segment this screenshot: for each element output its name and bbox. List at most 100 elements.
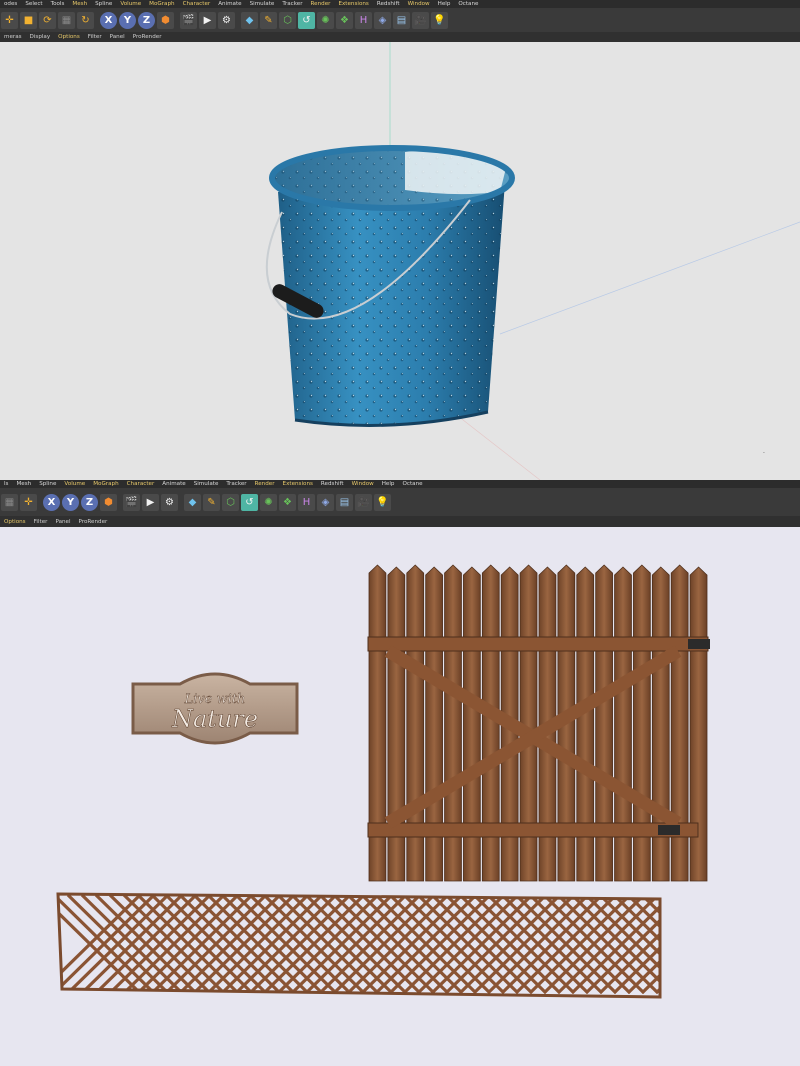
recent-tool-icon[interactable]: ↻	[77, 11, 94, 29]
menu-tracker[interactable]: Tracker	[278, 0, 306, 8]
deformer-icon-2[interactable]: ❖	[279, 493, 296, 511]
generator-icon-2[interactable]: ↺	[241, 493, 258, 511]
camera-icon[interactable]: 🎥	[412, 11, 429, 29]
viewport-menu-filter[interactable]: Filter	[84, 34, 106, 40]
menu-redshift-2[interactable]: Redshift	[317, 480, 348, 488]
tag-icon-2[interactable]: ◈	[317, 493, 334, 511]
field-icon[interactable]: H	[355, 11, 372, 29]
menu-character[interactable]: Character	[179, 0, 215, 8]
bucket-water-highlight	[405, 149, 506, 195]
viewport-menu-prorender-2[interactable]: ProRender	[75, 519, 112, 525]
move-tool-icon[interactable]: ✛	[1, 11, 18, 29]
select-tool-icon-2[interactable]: ▦	[1, 493, 18, 511]
cloner-icon-2[interactable]: ✺	[260, 493, 277, 511]
menu-window-2[interactable]: Window	[348, 480, 378, 488]
menu-select[interactable]: Select	[21, 0, 46, 8]
z-axis-toggle-2[interactable]: Z	[81, 493, 98, 511]
viewport-menu-cameras[interactable]: meras	[0, 34, 26, 40]
viewport-menu-panel[interactable]: Panel	[106, 34, 129, 40]
y-axis-toggle[interactable]: Y	[119, 11, 136, 29]
viewport-menu-prorender[interactable]: ProRender	[129, 34, 166, 40]
menu-simulate[interactable]: Simulate	[246, 0, 279, 8]
menu-volume-2[interactable]: Volume	[60, 480, 89, 488]
menu-spline-2[interactable]: Spline	[35, 480, 60, 488]
menu-animate[interactable]: Animate	[214, 0, 245, 8]
bottom-c4d-window: ls Mesh Spline Volume MoGraph Character …	[0, 480, 800, 1066]
lattice-slat	[684, 895, 784, 993]
menu-mograph[interactable]: MoGraph	[145, 0, 178, 8]
menu-simulate-2[interactable]: Simulate	[190, 480, 223, 488]
main-menu-bar: odes Select Tools Mesh Spline Volume MoG…	[0, 0, 800, 8]
render-view-icon[interactable]: ▶	[199, 11, 216, 29]
pen-icon-2[interactable]: ✎	[203, 493, 220, 511]
field-icon-2[interactable]: H	[298, 493, 315, 511]
menu-spline[interactable]: Spline	[91, 0, 116, 8]
subdivision-icon-2[interactable]: ⬡	[222, 493, 239, 511]
menu-tools-2[interactable]: ls	[0, 480, 12, 488]
menu-mograph-2[interactable]: MoGraph	[89, 480, 122, 488]
y-axis-toggle-2[interactable]: Y	[62, 493, 79, 511]
menu-tracker-2[interactable]: Tracker	[222, 480, 250, 488]
axis-guide-line-2	[499, 221, 800, 335]
menu-window[interactable]: Window	[404, 0, 434, 8]
cloner-icon[interactable]: ✺	[317, 11, 334, 29]
coordinate-system-icon[interactable]: ⬢	[157, 11, 174, 29]
gate-hinge	[658, 825, 680, 835]
menu-help-2[interactable]: Help	[378, 480, 399, 488]
cube-icon-2[interactable]: ◆	[184, 493, 201, 511]
main-toolbar-2: ▦ ✛ X Y Z ⬢ 🎬 ▶ ⚙ ◆ ✎ ⬡ ↺ ✺ ❖ H ◈ ▤ 🎥 💡	[0, 488, 800, 516]
menu-render[interactable]: Render	[307, 0, 335, 8]
wooden-gate	[367, 564, 710, 882]
menu-animate-2[interactable]: Animate	[158, 480, 189, 488]
viewport-menu-options[interactable]: Options	[54, 34, 84, 40]
gate-rail	[367, 822, 699, 838]
gate-rail	[367, 636, 709, 652]
camera-icon-2[interactable]: 🎥	[355, 493, 372, 511]
menu-octane[interactable]: Octane	[454, 0, 482, 8]
render-settings-icon[interactable]: ⚙	[218, 11, 235, 29]
viewport-3d[interactable]: ·	[0, 42, 800, 480]
scale-tool-icon[interactable]: ■	[20, 11, 37, 29]
move-tool-icon-2[interactable]: ✛	[20, 493, 37, 511]
coordinate-system-icon-2[interactable]: ⬢	[100, 493, 117, 511]
z-axis-toggle[interactable]: Z	[138, 11, 155, 29]
menu-mesh-2[interactable]: Mesh	[12, 480, 35, 488]
menu-help[interactable]: Help	[434, 0, 455, 8]
floor-icon[interactable]: ▤	[393, 11, 410, 29]
viewport-menu-display[interactable]: Display	[26, 34, 55, 40]
light-icon[interactable]: 💡	[431, 11, 448, 29]
tag-icon[interactable]: ◈	[374, 11, 391, 29]
floor-icon-2[interactable]: ▤	[336, 493, 353, 511]
pen-icon[interactable]: ✎	[260, 11, 277, 29]
menu-redshift[interactable]: Redshift	[373, 0, 404, 8]
viewport-menu-panel-2[interactable]: Panel	[51, 519, 74, 525]
rotate-tool-icon[interactable]: ⟳	[39, 11, 56, 29]
subdivision-icon[interactable]: ⬡	[279, 11, 296, 29]
render-region-icon-2[interactable]: 🎬	[123, 493, 140, 511]
deformer-icon[interactable]: ❖	[336, 11, 353, 29]
light-icon-2[interactable]: 💡	[374, 493, 391, 511]
render-region-icon[interactable]: 🎬	[180, 11, 197, 29]
select-tool-icon[interactable]: ▦	[58, 11, 75, 29]
menu-extensions-2[interactable]: Extensions	[279, 480, 317, 488]
x-axis-toggle[interactable]: X	[100, 11, 117, 29]
lattice-slat	[698, 895, 798, 993]
render-view-icon-2[interactable]: ▶	[142, 493, 159, 511]
menu-extensions[interactable]: Extensions	[334, 0, 372, 8]
menu-render-2[interactable]: Render	[251, 480, 279, 488]
render-settings-icon-2[interactable]: ⚙	[161, 493, 178, 511]
cube-icon[interactable]: ◆	[241, 11, 258, 29]
menu-tools[interactable]: Tools	[47, 0, 69, 8]
x-axis-toggle-2[interactable]: X	[43, 493, 60, 511]
menu-octane-2[interactable]: Octane	[398, 480, 426, 488]
menu-modes[interactable]: odes	[0, 0, 21, 8]
lattice-slat	[670, 895, 770, 993]
menu-character-2[interactable]: Character	[123, 480, 159, 488]
viewport-menu-options-2[interactable]: Options	[0, 519, 30, 525]
fence-scene: Live with Nature	[56, 564, 798, 999]
generator-icon[interactable]: ↺	[298, 11, 315, 29]
viewport-3d-2[interactable]: Live with Nature	[0, 527, 800, 1066]
menu-mesh[interactable]: Mesh	[68, 0, 91, 8]
viewport-menu-filter-2[interactable]: Filter	[30, 519, 52, 525]
menu-volume[interactable]: Volume	[116, 0, 145, 8]
